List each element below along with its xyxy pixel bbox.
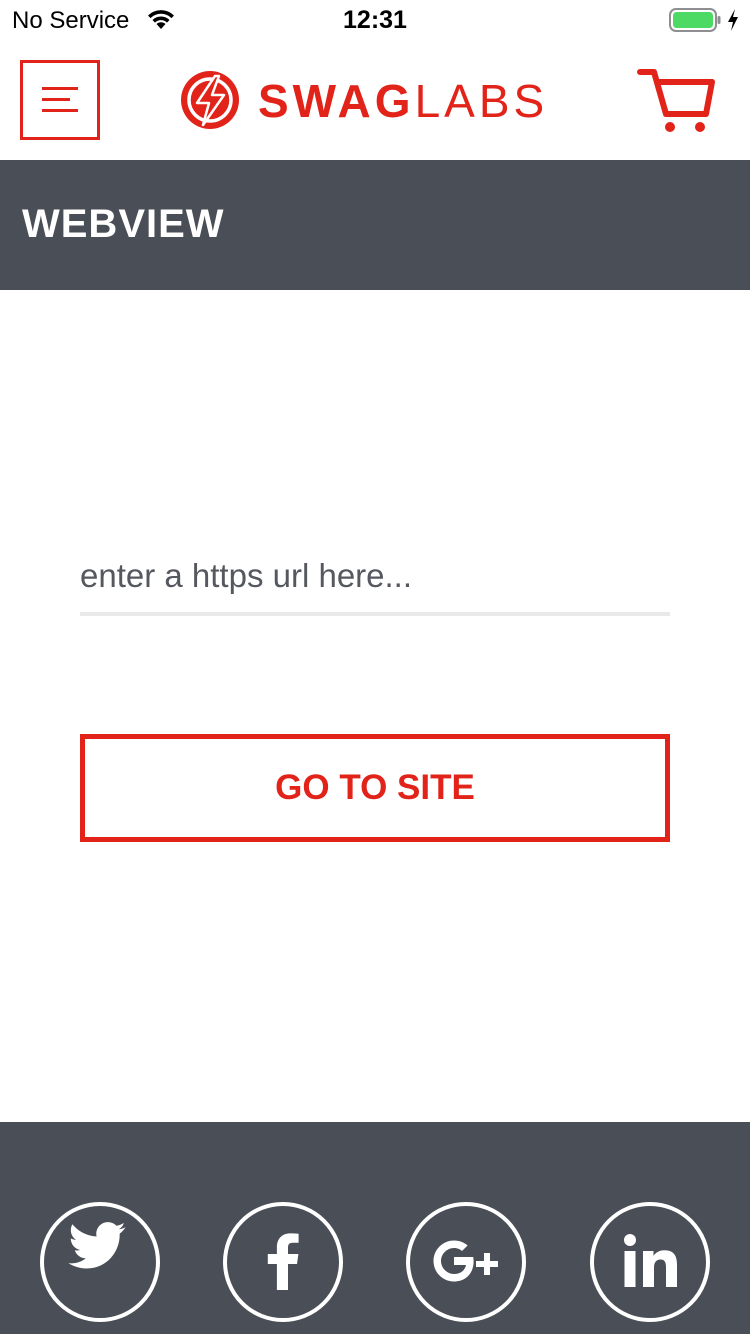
go-to-site-button[interactable]: GO TO SITE xyxy=(80,734,670,842)
logo-wordmark-swag: SWAG xyxy=(258,75,415,127)
url-input[interactable] xyxy=(80,540,670,616)
logo-wordmark: SWAGLABS xyxy=(258,74,548,128)
twitter-button[interactable] xyxy=(40,1202,160,1322)
status-bar: No Service 12:31 xyxy=(0,0,750,40)
app-header: SWAGLABS xyxy=(0,40,750,160)
facebook-button[interactable] xyxy=(223,1202,343,1322)
swag-labs-logo: SWAGLABS xyxy=(180,68,580,132)
lightning-bolt-logo-icon xyxy=(181,71,239,129)
charging-icon xyxy=(728,9,738,31)
hamburger-menu-icon xyxy=(42,87,78,112)
cart-icon xyxy=(637,69,715,132)
page-title: WEBVIEW xyxy=(22,202,225,246)
battery-icon xyxy=(669,8,721,32)
google-plus-icon xyxy=(433,1240,498,1282)
facebook-icon xyxy=(267,1233,299,1290)
logo-wordmark-labs: LABS xyxy=(414,75,549,127)
linkedin-icon xyxy=(624,1234,677,1287)
cart-button[interactable] xyxy=(636,64,716,138)
google-plus-button[interactable] xyxy=(406,1202,526,1322)
twitter-icon xyxy=(68,1222,126,1269)
footer xyxy=(0,1122,750,1334)
clock: 12:31 xyxy=(343,6,407,34)
menu-button[interactable] xyxy=(20,60,100,140)
title-band: WEBVIEW xyxy=(0,160,750,290)
linkedin-button[interactable] xyxy=(590,1202,710,1322)
